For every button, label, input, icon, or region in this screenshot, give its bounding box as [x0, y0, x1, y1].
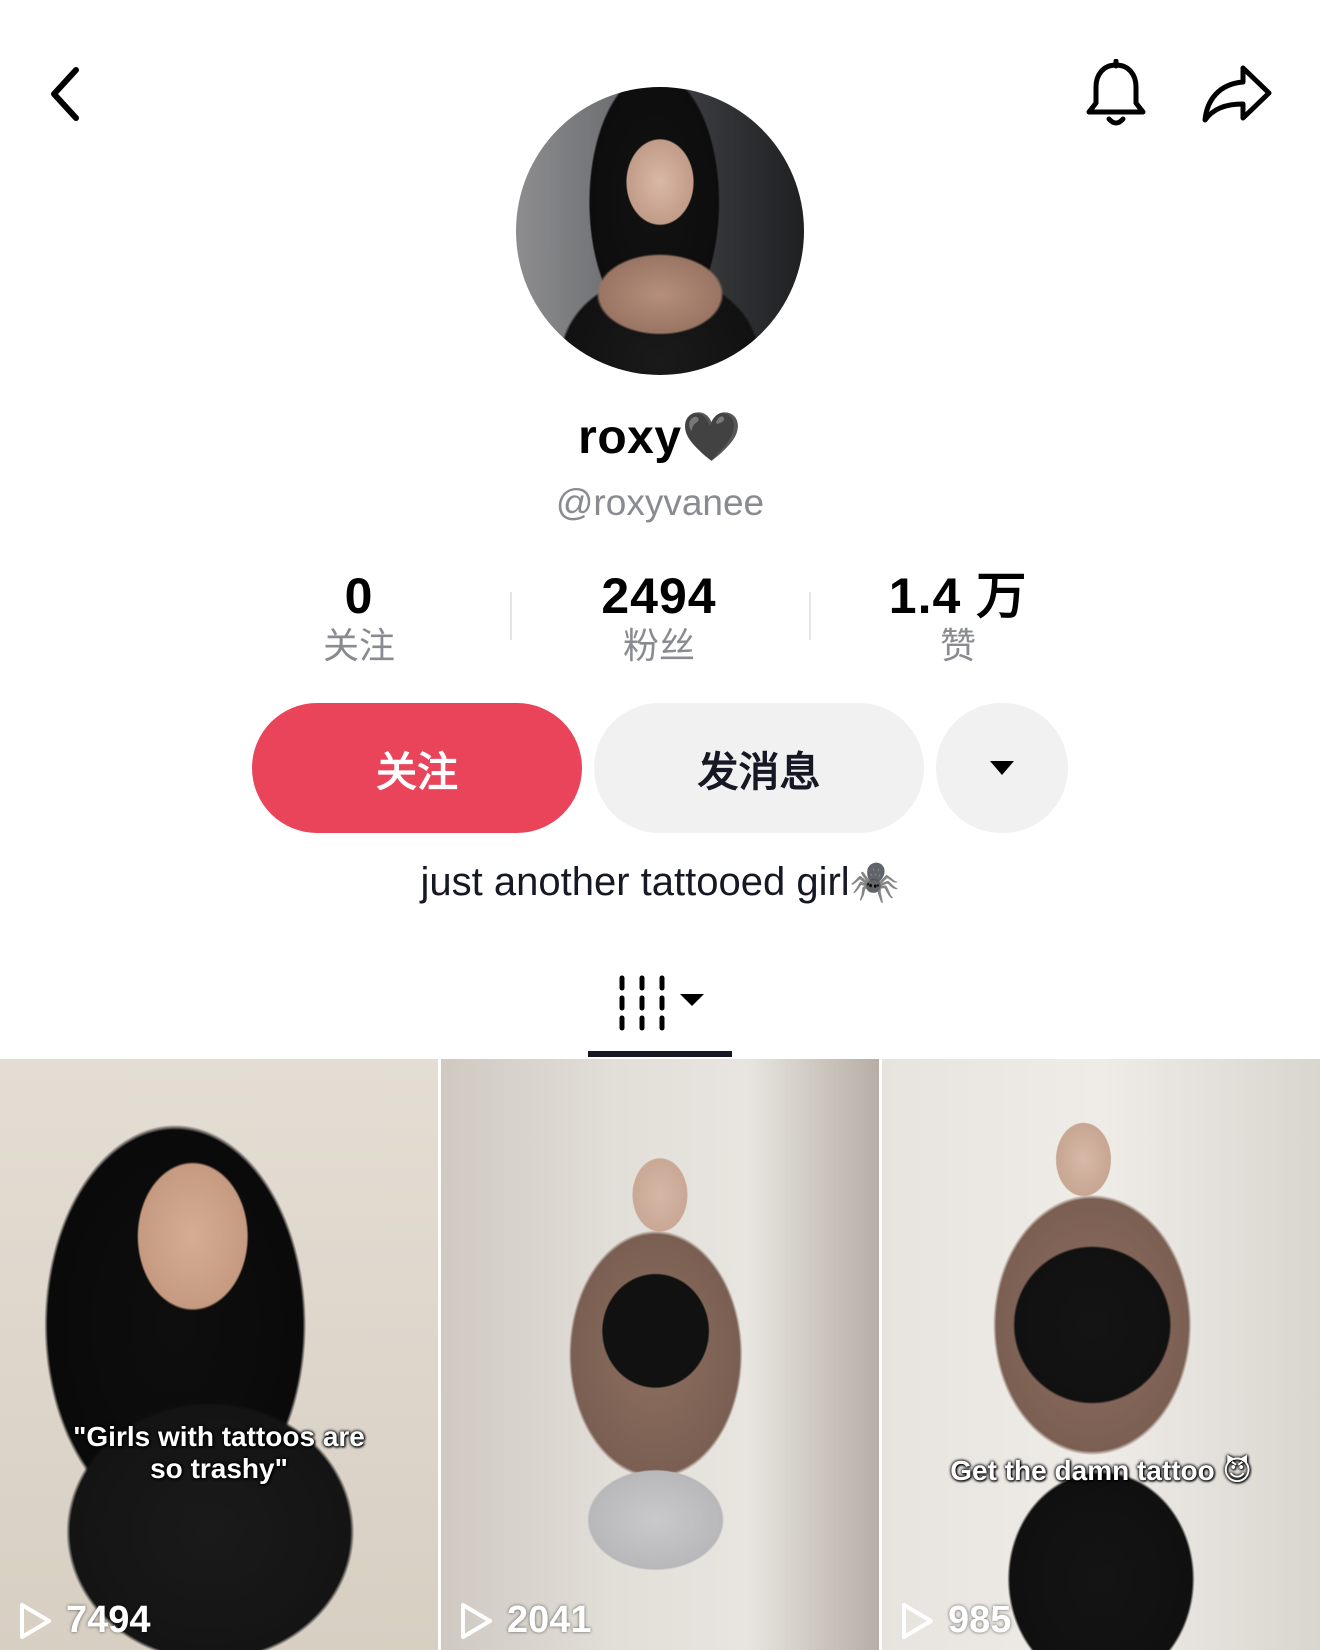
back-button[interactable]	[38, 58, 94, 130]
play-count-value: 7494	[66, 1599, 151, 1641]
video-caption: "Girls with tattoos are so trashy"	[73, 1421, 365, 1484]
message-button-label: 发消息	[697, 749, 821, 795]
stat-following-value: 0	[344, 568, 374, 624]
play-count-value: 985	[948, 1599, 1012, 1641]
play-count: 2041	[459, 1599, 592, 1642]
username: @roxyvanee	[555, 482, 765, 523]
stat-likes[interactable]: 1.4 万 赞	[838, 566, 1078, 668]
share-button[interactable]	[1192, 56, 1282, 132]
stat-following[interactable]: 0 关注	[239, 566, 479, 668]
stat-divider	[510, 592, 512, 640]
stat-following-label: 关注	[322, 625, 395, 666]
stat-followers-label: 粉丝	[622, 625, 695, 666]
video-thumbnail[interactable]: Get the damn tattoo 😈 985	[882, 1059, 1320, 1650]
stat-likes-label: 赞	[939, 625, 976, 666]
profile-avatar[interactable]	[516, 87, 804, 375]
follow-button-label: 关注	[376, 749, 458, 795]
play-icon	[902, 1602, 933, 1639]
tab-active-indicator	[588, 1051, 732, 1057]
chevron-left-icon	[51, 67, 79, 121]
tab-videos[interactable]	[588, 960, 732, 1056]
follow-button[interactable]: 关注	[252, 703, 582, 833]
bell-icon	[1086, 59, 1146, 126]
notification-bell-button[interactable]	[1078, 56, 1154, 132]
stat-likes-value: 1.4 万	[888, 568, 1028, 624]
caret-down-icon	[990, 761, 1014, 775]
stat-followers[interactable]: 2494 粉丝	[539, 566, 779, 668]
play-icon	[461, 1602, 492, 1639]
play-icon	[20, 1602, 51, 1639]
play-count-value: 2041	[507, 1599, 592, 1641]
play-count: 985	[900, 1599, 1011, 1642]
share-arrow-icon	[1202, 65, 1272, 123]
video-caption: Get the damn tattoo 😈	[950, 1455, 1252, 1486]
stat-divider	[809, 592, 811, 640]
video-thumbnail[interactable]: "Girls with tattoos are so trashy" 7494	[0, 1059, 438, 1650]
video-thumbnail[interactable]: 2041	[441, 1059, 879, 1650]
display-name: roxy🖤	[578, 411, 742, 464]
stat-followers-value: 2494	[601, 568, 717, 624]
video-grid: "Girls with tattoos are so trashy" 7494 …	[0, 1059, 1320, 1650]
play-count: 7494	[18, 1599, 151, 1642]
message-button[interactable]: 发消息	[594, 703, 924, 833]
tab-caret-down-icon	[680, 994, 704, 1006]
more-options-button[interactable]	[936, 703, 1068, 833]
profile-bio: just another tattooed girl🕷️	[420, 860, 900, 904]
videos-grid-icon	[619, 975, 704, 1031]
